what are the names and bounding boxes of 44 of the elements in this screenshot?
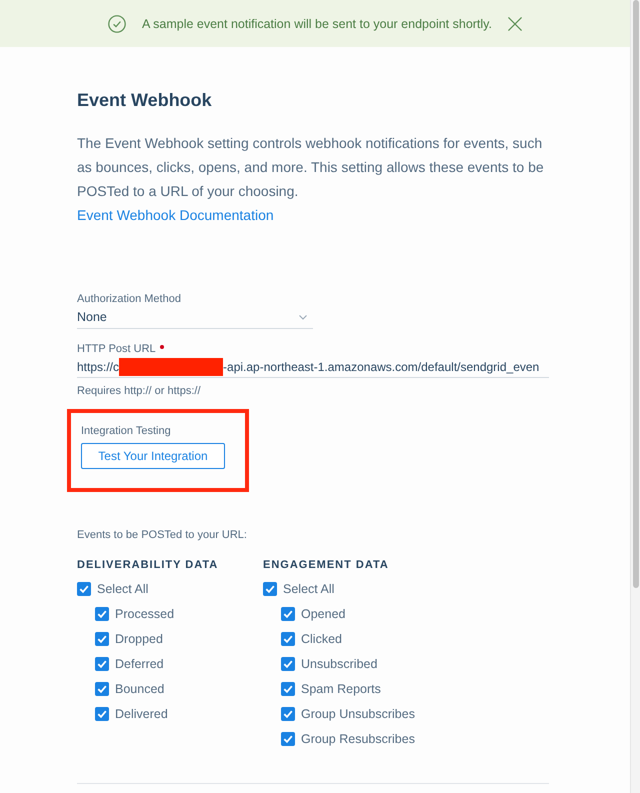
field-label: Authorization Method (77, 292, 182, 306)
authorization-select[interactable]: None (77, 309, 313, 329)
close-icon[interactable] (508, 16, 522, 30)
field-label: Integration Testing (81, 424, 172, 438)
checkbox[interactable] (95, 606, 109, 620)
field-label: HTTP Post URL (77, 342, 156, 356)
checkbox[interactable] (281, 632, 295, 646)
checkbox[interactable] (263, 582, 277, 596)
checkbox-label: Unsubscribed (301, 656, 378, 670)
checkbox[interactable] (281, 682, 295, 696)
checkbox[interactable] (281, 656, 295, 670)
checkbox-label: Processed (115, 606, 174, 620)
checkbox-label: Bounced (115, 682, 164, 696)
checkbox-label: Select All (283, 582, 334, 596)
test-integration-button[interactable]: Test Your Integration (81, 443, 225, 469)
checkbox[interactable] (95, 632, 109, 646)
events-label: Events to be POSTed to your URL: (77, 528, 248, 542)
checkbox[interactable] (281, 606, 295, 620)
notification-message: A sample event notification will be sent to your endpoint shortly. (142, 16, 492, 30)
scrollbar-thumb[interactable] (633, 0, 639, 588)
url-input-field[interactable]: https://c -api.ap-northeast-1.amazonaws.com/default/sendgrid_even (77, 357, 549, 378)
check-circle-icon (108, 14, 126, 32)
checkbox-label: Group Resubscribes (301, 732, 415, 746)
group-heading: ENGAGEMENT DATA (263, 558, 390, 572)
checkbox-label: Clicked (301, 632, 342, 646)
group-heading: DELIVERABILITY DATA (77, 558, 220, 572)
documentation-link[interactable]: Event Webhook Documentation (77, 203, 274, 227)
checkbox-label: Opened (301, 606, 346, 620)
checkbox-label: Dropped (115, 632, 163, 646)
checkbox[interactable] (95, 682, 109, 696)
checkbox-label: Select All (97, 582, 148, 596)
checkbox[interactable] (281, 732, 295, 746)
field-hint: Requires http:// or https:// (77, 384, 202, 398)
section-title: Event Webhook (77, 89, 213, 111)
checkbox-label: Delivered (115, 706, 168, 720)
checkbox[interactable] (77, 582, 91, 596)
checkbox[interactable] (281, 706, 295, 720)
section-description: The Event Webhook setting controls webhook notifications for events, such as bounces, clicks, opens, and more. This setting allows these events to be POSTed to a URL of your choosing. (77, 134, 545, 201)
checkbox[interactable] (95, 706, 109, 720)
checkbox-label: Spam Reports (301, 682, 381, 696)
chevron-down-icon (299, 314, 307, 320)
checkbox-label: Group Unsubscribes (301, 706, 415, 720)
checkbox-label: Deferred (115, 656, 164, 670)
checkbox[interactable] (95, 656, 109, 670)
